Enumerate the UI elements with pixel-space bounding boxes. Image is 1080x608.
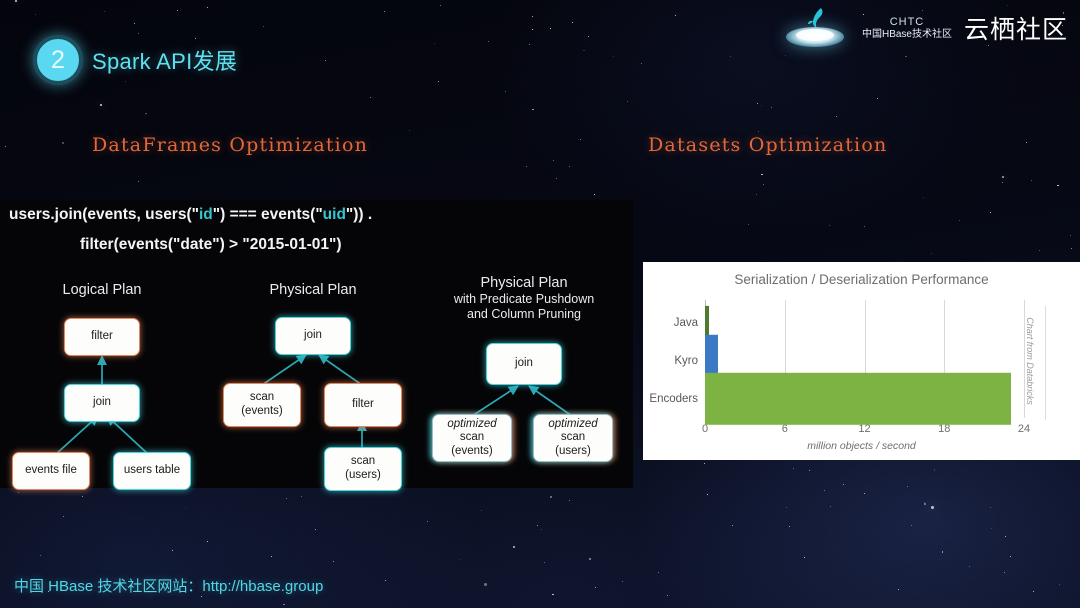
node-physical-scan-events: scan (events) [223, 383, 301, 427]
node-optimized-join: join [486, 343, 562, 385]
code-seg-1: users.join(events, users(" [9, 206, 199, 223]
node-line-2: scan [459, 431, 485, 444]
partner-brand: 云栖社区 [963, 16, 1068, 44]
plan-title-line-2: with Predicate Pushdown [453, 292, 595, 307]
node-line-2: (users) [345, 469, 381, 481]
node-line-1: scan [249, 391, 275, 404]
code-string-uid: uid [322, 206, 346, 223]
brand-logo-group: CHTC 中国HBase技术社区 云栖社区 [780, 4, 1072, 52]
section-caption-dataframes: DataFrames Optimization [92, 134, 369, 156]
node-logical-join: join [64, 384, 140, 422]
node-physical-scan-users: scan (users) [324, 447, 402, 491]
chart-title: Serialization / Deserialization Performa… [734, 272, 989, 287]
code-line-1: users.join(events, users("id") === event… [9, 206, 372, 224]
node-optimized-scan-users: optimized scan (users) [533, 414, 613, 462]
plan-title-optimized: Physical Plan with Predicate Pushdown an… [448, 275, 600, 322]
node-line-3: (events) [451, 444, 493, 457]
node-optimized-scan-events: optimized scan (events) [432, 414, 512, 462]
chart-category-label: Encoders [649, 393, 698, 405]
chart-category-label: Kyro [674, 355, 698, 367]
chart-credit-divider [1045, 306, 1046, 420]
section-number-badge: 2 [33, 35, 83, 85]
code-string-id: id [198, 206, 213, 223]
node-physical-join: join [275, 317, 351, 355]
code-seg-3: ")) . [345, 206, 373, 223]
brand-abbr: CHTC [889, 15, 925, 28]
footer-website-text: 中国 HBase 技术社区网站：http://hbase.group [14, 578, 324, 595]
chart-bar [705, 372, 1011, 426]
plan-title-line-3: and Column Pruning [467, 306, 581, 321]
node-line-2: (events) [241, 405, 283, 417]
node-line-2: scan [560, 431, 586, 444]
chart-credit-text: Chart from Databricks [1025, 317, 1036, 405]
section-caption-datasets: Datasets Optimization [648, 134, 888, 156]
chart-plot-area: 0 6 12 18 24 Java Kyro Encoders [649, 300, 1030, 435]
node-logical-filter: filter [64, 318, 140, 356]
node-line-1: optimized [548, 417, 598, 430]
chart-x-tick-label: 24 [1017, 423, 1031, 435]
brand-name-block: CHTC 中国HBase技术社区 [862, 16, 952, 40]
dolphin-on-disc-icon [780, 5, 850, 51]
brand-cn-name: 中国HBase技术社区 [861, 28, 952, 40]
plan-title-line-1: Physical Plan [480, 275, 568, 291]
code-seg-2: ") === events(" [212, 206, 323, 223]
dolphin-icon [807, 8, 823, 28]
node-line-1: scan [350, 455, 376, 468]
node-line-3: (users) [555, 444, 591, 457]
node-logical-events-file: events file [12, 452, 90, 490]
plan-title-logical: Logical Plan [62, 282, 142, 298]
page-title: Spark API发展 [92, 49, 238, 74]
serialization-performance-chart: Serialization / Deserialization Performa… [643, 262, 1080, 460]
node-physical-filter: filter [324, 383, 402, 427]
dataframes-diagram-panel: users.join(events, users("id") === event… [0, 200, 633, 491]
chart-x-axis-label: million objects / second [807, 440, 916, 452]
node-logical-users-table: users table [113, 452, 191, 490]
node-line-1: optimized [447, 417, 497, 430]
chart-category-label: Java [673, 316, 698, 329]
plan-title-physical: Physical Plan [269, 282, 357, 298]
code-line-2: filter(events("date") > "2015-01-01") [80, 236, 342, 253]
